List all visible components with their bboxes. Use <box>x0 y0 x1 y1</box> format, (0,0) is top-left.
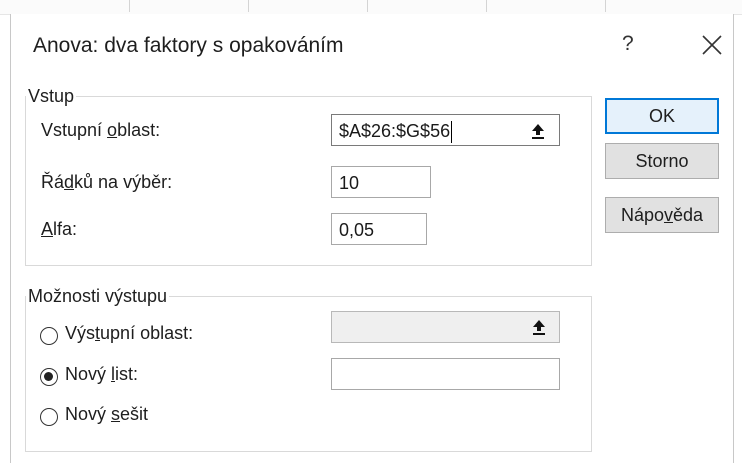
column-divider <box>129 0 130 12</box>
help-dialog-button[interactable]: Nápo v ěda <box>605 197 719 233</box>
new-worksheet-name-field[interactable] <box>331 358 560 390</box>
input-range-select-button[interactable] <box>519 117 557 145</box>
cancel-button[interactable]: Storno <box>605 143 719 179</box>
output-range-label: Výstupní oblast: <box>65 323 194 343</box>
close-button[interactable] <box>701 28 723 62</box>
anova-dialog: Anova: dva faktory s opakováním ? Vstup … <box>10 14 734 463</box>
help-button[interactable]: ? <box>622 32 634 56</box>
new-worksheet-radio[interactable] <box>40 368 58 386</box>
close-icon <box>702 35 722 55</box>
output-options-legend: Možnosti výstupu <box>28 286 168 306</box>
input-range-value: $A$26:$G$56 <box>339 121 451 141</box>
output-range-select-button[interactable] <box>520 313 558 341</box>
new-worksheet-label: Nový list: <box>65 364 139 384</box>
rows-per-sample-label: Řádků na výběr: <box>41 172 173 192</box>
column-divider <box>486 0 487 12</box>
output-range-radio[interactable] <box>40 327 58 345</box>
spreadsheet-background <box>0 0 742 15</box>
input-group-legend: Vstup <box>28 86 75 106</box>
rows-per-sample-field[interactable]: 10 <box>331 166 431 198</box>
new-workbook-label: Nový sešit <box>65 404 149 424</box>
alpha-label: Alfa: <box>41 219 78 239</box>
column-divider <box>248 0 249 12</box>
input-range-field[interactable]: $A$26:$G$56 <box>331 114 560 146</box>
text-caret <box>451 121 453 144</box>
input-range-label: Vstupní oblast: <box>41 120 161 140</box>
new-workbook-radio[interactable] <box>40 408 58 426</box>
alpha-field[interactable]: 0,05 <box>331 213 427 245</box>
column-divider <box>367 0 368 12</box>
collapse-dialog-arrow-icon <box>533 320 545 335</box>
collapse-dialog-arrow-icon <box>532 124 544 139</box>
ok-button[interactable]: OK <box>605 98 719 134</box>
column-divider <box>605 0 606 12</box>
dialog-title: Anova: dva faktory s opakováním <box>33 34 344 57</box>
